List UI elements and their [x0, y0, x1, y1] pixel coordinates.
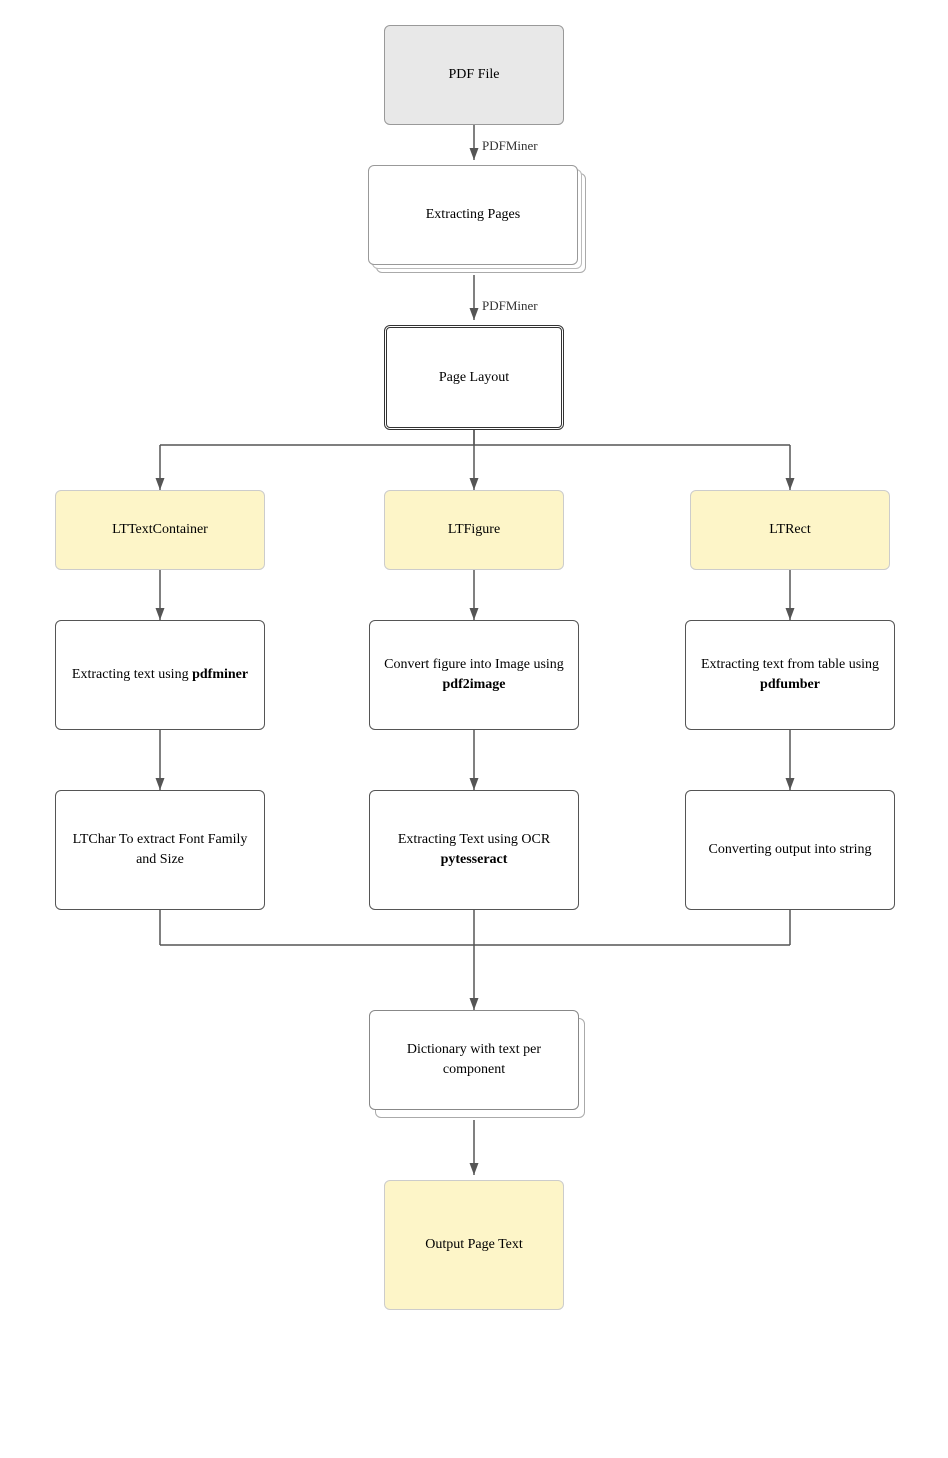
dictionary-label: Dictionary with text per component: [378, 1040, 570, 1079]
lt-figure-box: LTFigure: [384, 490, 564, 570]
output-page-text-box: Output Page Text: [384, 1180, 564, 1310]
extract-ocr-label: Extracting Text using OCR pytesseract: [382, 830, 566, 869]
page-layout-label: Page Layout: [439, 368, 509, 388]
pdf-file-box: PDF File: [384, 25, 564, 125]
extract-table-box: Extracting text from table using pdfumbe…: [685, 620, 895, 730]
pdfminer-label-2: PDFMiner: [482, 298, 538, 314]
extracting-pages-stack: Extracting Pages: [368, 165, 588, 275]
dictionary-stack: Dictionary with text per component: [369, 1010, 589, 1120]
convert-figure-box: Convert figure into Image using pdf2imag…: [369, 620, 579, 730]
extracting-pages-label: Extracting Pages: [426, 205, 520, 225]
lt-text-container-label: LTTextContainer: [112, 520, 208, 540]
lt-rect-box: LTRect: [690, 490, 890, 570]
converting-string-box: Converting output into string: [685, 790, 895, 910]
converting-string-label: Converting output into string: [709, 840, 872, 860]
convert-figure-label: Convert figure into Image using pdf2imag…: [382, 655, 566, 694]
extract-text-pdfminer-box: Extracting text using pdfminer: [55, 620, 265, 730]
extract-ocr-box: Extracting Text using OCR pytesseract: [369, 790, 579, 910]
ltchar-label: LTChar To extract Font Family and Size: [68, 830, 252, 869]
page-layout-box: Page Layout: [384, 325, 564, 430]
lt-rect-label: LTRect: [769, 520, 810, 540]
extract-text-pdfminer-label: Extracting text using pdfminer: [72, 665, 248, 685]
pdfminer-label-1: PDFMiner: [482, 138, 538, 154]
diagram: PDF File PDFMiner Extracting Pages PDFMi…: [0, 0, 948, 1458]
lt-text-container-box: LTTextContainer: [55, 490, 265, 570]
pdf-file-label: PDF File: [449, 65, 500, 85]
extract-table-label: Extracting text from table using pdfumbe…: [698, 655, 882, 694]
lt-figure-label: LTFigure: [448, 520, 500, 540]
ltchar-box: LTChar To extract Font Family and Size: [55, 790, 265, 910]
output-page-text-label: Output Page Text: [425, 1235, 523, 1255]
